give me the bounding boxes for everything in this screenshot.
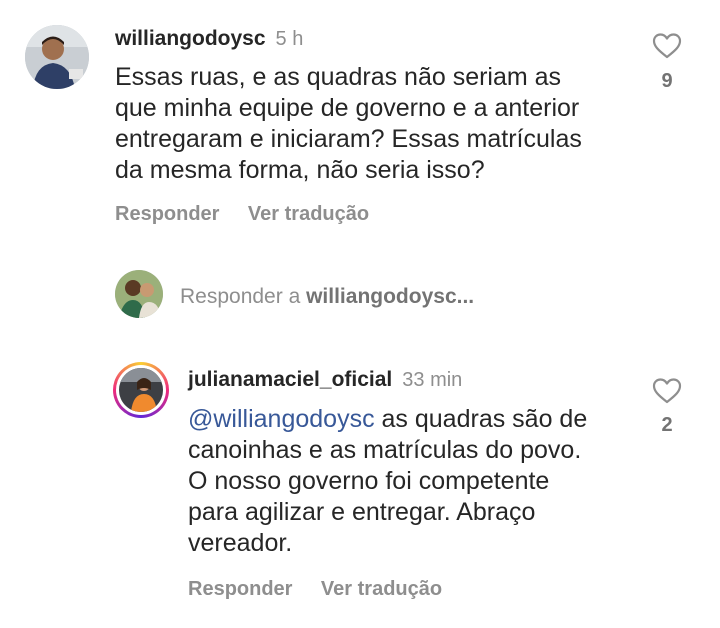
- comment-body: @williangodoysc as quadras são de canoin…: [188, 404, 587, 559]
- comment-line: canoinhas e as matrículas do povo.: [188, 436, 582, 464]
- comment-line: da mesma forma, não seria isso?: [115, 156, 485, 184]
- comment-username[interactable]: williangodoysc: [115, 27, 266, 50]
- avatar-williangodoysc[interactable]: [25, 25, 89, 89]
- mention-link[interactable]: @williangodoysc: [188, 405, 375, 433]
- reply-prompt-label: Responder a: [180, 285, 307, 308]
- comment-line: que minha equipe de governo e a anterior: [115, 94, 580, 122]
- reply-target-username: williangodoysc...: [306, 285, 475, 308]
- comment-line: O nosso governo foi competente: [188, 467, 550, 495]
- comment-line: @williangodoysc as quadras são de: [188, 404, 587, 435]
- comment-time: 5 h: [275, 28, 304, 50]
- avatar-image: [119, 368, 163, 412]
- comment-line: Essas ruas, e as quadras não seriam as: [115, 63, 562, 91]
- avatar-image: [25, 25, 89, 89]
- avatar-image: [115, 270, 163, 318]
- heart-outline-icon[interactable]: [652, 32, 682, 60]
- heart-outline-icon[interactable]: [652, 377, 682, 405]
- comment-line: vereador.: [188, 529, 293, 557]
- comment-time: 33 min: [402, 369, 463, 391]
- comment-line-rest: as quadras são de: [374, 405, 588, 433]
- like-count: 2: [661, 414, 673, 436]
- comment-username[interactable]: julianamaciel_oficial: [188, 368, 392, 391]
- see-translation-button[interactable]: Ver tradução: [321, 578, 442, 600]
- see-translation-button[interactable]: Ver tradução: [248, 203, 369, 225]
- comment-line: entregaram e iniciaram? Essas matrículas: [115, 125, 582, 153]
- comment-line: para agilizar e entregar. Abraço: [188, 498, 536, 526]
- reply-button[interactable]: Responder: [188, 578, 292, 600]
- reply-button[interactable]: Responder: [115, 203, 219, 225]
- reply-input[interactable]: Responder a williangodoysc...: [180, 285, 474, 309]
- like-count: 9: [661, 70, 673, 92]
- avatar-julianamaciel_oficial: [119, 368, 163, 412]
- avatar-current-user: [115, 270, 163, 318]
- comment-body: Essas ruas, e as quadras não seriam as q…: [115, 62, 582, 186]
- story-ring[interactable]: [113, 362, 169, 418]
